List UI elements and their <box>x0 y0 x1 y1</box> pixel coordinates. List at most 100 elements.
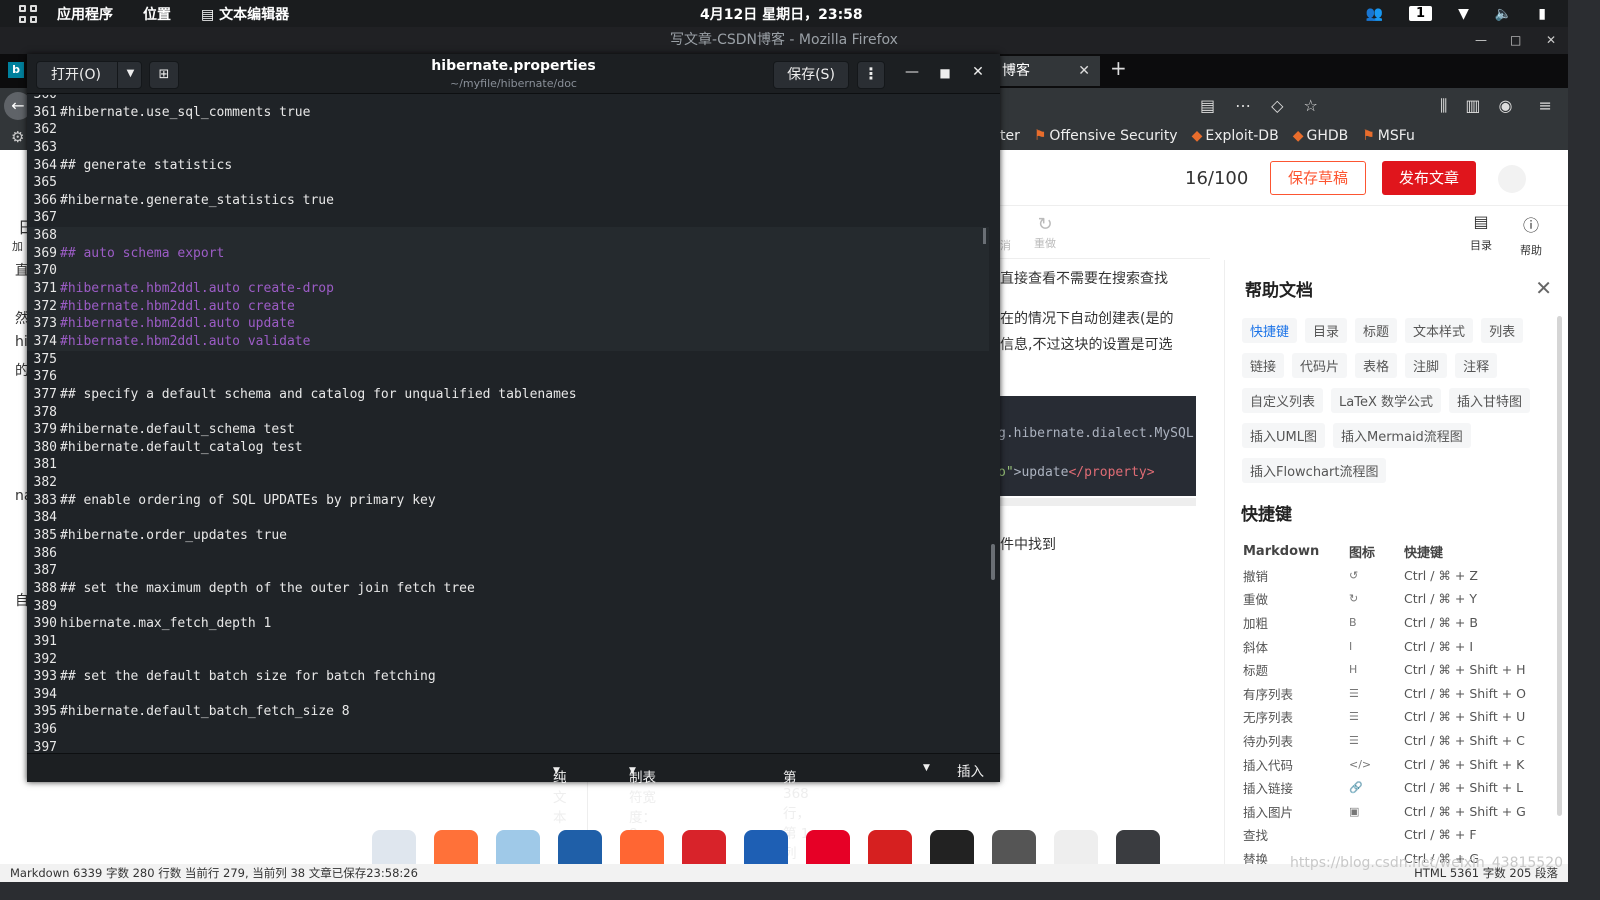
help-tag[interactable]: 表格 <box>1355 353 1398 378</box>
code-line[interactable]: 364 ## generate statistics <box>27 157 989 175</box>
text-view[interactable]: 360361#hibernate.use_sql_comments true36… <box>27 95 989 753</box>
wifi-icon[interactable]: ▼ <box>1458 6 1469 22</box>
code-line[interactable]: 376 <box>27 368 989 386</box>
more-icon[interactable]: ⋯ <box>1235 96 1251 115</box>
bookmark-item[interactable]: ⚑ MSFu <box>1362 128 1415 144</box>
help-tag[interactable]: LaTeX 数学公式 <box>1331 388 1441 413</box>
firefox-tab[interactable]: 博客 ✕ <box>990 56 1100 86</box>
help-tag[interactable]: 快捷键 <box>1242 318 1298 343</box>
code-line[interactable]: 377 ## specify a default schema and catal… <box>27 386 989 404</box>
code-line[interactable]: 385 #hibernate.order_updates true <box>27 527 989 545</box>
chevron-down-icon[interactable]: ▼ <box>923 763 930 773</box>
pocket-icon[interactable]: ◇ <box>1271 96 1283 115</box>
code-line[interactable]: 380 #hibernate.default_catalog test <box>27 439 989 457</box>
code-line[interactable]: 387 <box>27 562 989 580</box>
code-line[interactable]: 388 ## set the maximum depth of the outer… <box>27 580 989 598</box>
places-menu[interactable]: 位置 <box>143 4 171 24</box>
code-line[interactable]: 365 <box>27 174 989 192</box>
code-line[interactable]: 394 <box>27 686 989 704</box>
applications-menu[interactable]: 应用程序 <box>57 4 113 24</box>
bookmark-item[interactable]: ter <box>1000 128 1020 144</box>
help-tag[interactable]: 链接 <box>1242 353 1285 378</box>
code-line[interactable]: 392 <box>27 651 989 669</box>
save-draft-button[interactable]: 保存草稿 <box>1270 161 1366 195</box>
code-line[interactable]: 361 #hibernate.use_sql_comments true <box>27 104 989 122</box>
menu-icon[interactable]: ⋮ <box>857 61 885 89</box>
people-icon[interactable]: 👥 <box>1366 6 1383 22</box>
code-line[interactable]: 382 <box>27 474 989 492</box>
code-line[interactable]: 372 #hibernate.hbm2ddl.auto create <box>27 297 989 316</box>
library-icon[interactable]: ⫼ <box>1440 96 1447 116</box>
close-window-icon[interactable]: ✕ <box>969 64 987 80</box>
help-tag[interactable]: 插入Mermaid流程图 <box>1332 423 1471 448</box>
firefox-minimize-icon[interactable]: — <box>1475 27 1487 54</box>
account-icon[interactable]: ◉ <box>1499 96 1513 116</box>
bookmark-item[interactable]: ◆ Exploit-DB <box>1192 128 1279 144</box>
code-line[interactable]: 367 <box>27 209 989 227</box>
new-tab-icon[interactable]: + <box>1110 56 1127 80</box>
help-button[interactable]: ⓘ 帮助 <box>1520 212 1542 258</box>
code-line[interactable]: 379 #hibernate.default_schema test <box>27 421 989 439</box>
code-line[interactable]: 362 <box>27 121 989 139</box>
clock[interactable]: 4月12日 星期日，23:58 <box>700 4 863 24</box>
workspace-badge[interactable]: 1 <box>1409 6 1433 21</box>
code-line[interactable]: 390 hibernate.max_fetch_depth 1 <box>27 615 989 633</box>
bookmark-item[interactable]: ◆ GHDB <box>1293 128 1349 144</box>
activities-grid-icon[interactable] <box>19 4 37 23</box>
code-line[interactable]: 391 <box>27 633 989 651</box>
help-tag[interactable]: 插入UML图 <box>1242 423 1325 448</box>
volume-icon[interactable]: 🔈 <box>1495 6 1512 22</box>
help-tag[interactable]: 目录 <box>1305 318 1348 343</box>
sidebar-icon[interactable]: ▥ <box>1465 96 1480 116</box>
code-scrollbar[interactable] <box>998 498 1196 506</box>
code-line[interactable]: 370 <box>27 262 989 281</box>
help-tag[interactable]: 代码片 <box>1292 353 1348 378</box>
help-tag[interactable]: 文本样式 <box>1405 318 1474 343</box>
code-line[interactable]: 397 <box>27 739 989 753</box>
text-scrollbar[interactable] <box>989 95 1000 753</box>
help-tag[interactable]: 插入甘特图 <box>1449 388 1531 413</box>
bookmark-star-icon[interactable]: ☆ <box>1303 96 1317 115</box>
maximize-icon[interactable]: ■ <box>936 66 954 80</box>
code-line[interactable]: 374 #hibernate.hbm2ddl.auto validate <box>27 332 989 351</box>
help-tag[interactable]: 自定义列表 <box>1242 388 1324 413</box>
code-line[interactable]: 395 #hibernate.default_batch_fetch_size 8 <box>27 703 989 721</box>
code-line[interactable]: 386 <box>27 545 989 563</box>
save-button[interactable]: 保存(S) <box>773 61 849 89</box>
help-tag[interactable]: 列表 <box>1481 318 1524 343</box>
help-scrollbar[interactable] <box>1557 316 1562 816</box>
code-line[interactable]: 396 <box>27 721 989 739</box>
hamburger-menu-icon[interactable]: ≡ <box>1538 96 1551 116</box>
close-icon[interactable]: ✕ <box>1535 276 1552 300</box>
help-tag[interactable]: 注释 <box>1455 353 1498 378</box>
code-line[interactable]: 384 <box>27 509 989 527</box>
text-editor-menu[interactable]: ▤ 文本编辑器 <box>201 4 289 24</box>
code-line[interactable]: 371 #hibernate.hbm2ddl.auto create-drop <box>27 280 989 298</box>
code-line[interactable]: 393 ## set the default batch size for bat… <box>27 668 989 686</box>
code-line[interactable]: 369 ## auto schema export <box>27 244 989 263</box>
code-line[interactable]: 363 <box>27 139 989 157</box>
toc-button[interactable]: ▤ 目录 <box>1470 212 1492 258</box>
help-tag[interactable]: 标题 <box>1355 318 1398 343</box>
code-line[interactable]: 375 <box>27 351 989 369</box>
code-line[interactable]: 383 ## enable ordering of SQL UPDATEs by … <box>27 492 989 510</box>
code-line[interactable]: 368 <box>27 227 989 245</box>
code-line[interactable]: 360 <box>27 95 989 104</box>
code-line[interactable]: 373 #hibernate.hbm2ddl.auto update <box>27 315 989 333</box>
tab-close-icon[interactable]: ✕ <box>1078 56 1090 86</box>
battery-icon[interactable]: ▮ <box>1538 6 1546 22</box>
publish-button[interactable]: 发布文章 <box>1382 161 1476 195</box>
undo-label[interactable]: 消 <box>1000 237 1011 253</box>
help-tag[interactable]: 注脚 <box>1405 353 1448 378</box>
code-line[interactable]: 378 <box>27 404 989 422</box>
firefox-close-icon[interactable]: ✕ <box>1546 27 1556 54</box>
reader-icon[interactable]: ▤ <box>1200 96 1215 115</box>
code-line[interactable]: 366 #hibernate.generate_statistics true <box>27 192 989 210</box>
redo-button[interactable]: ↻ 重做 <box>1034 214 1056 251</box>
bing-icon[interactable]: b <box>8 62 24 78</box>
avatar[interactable] <box>1498 165 1526 193</box>
firefox-maximize-icon[interactable]: □ <box>1510 27 1521 54</box>
bookmark-item[interactable]: ⚑ Offensive Security <box>1034 128 1178 144</box>
code-line[interactable]: 389 <box>27 598 989 616</box>
minimize-icon[interactable]: — <box>903 64 921 80</box>
